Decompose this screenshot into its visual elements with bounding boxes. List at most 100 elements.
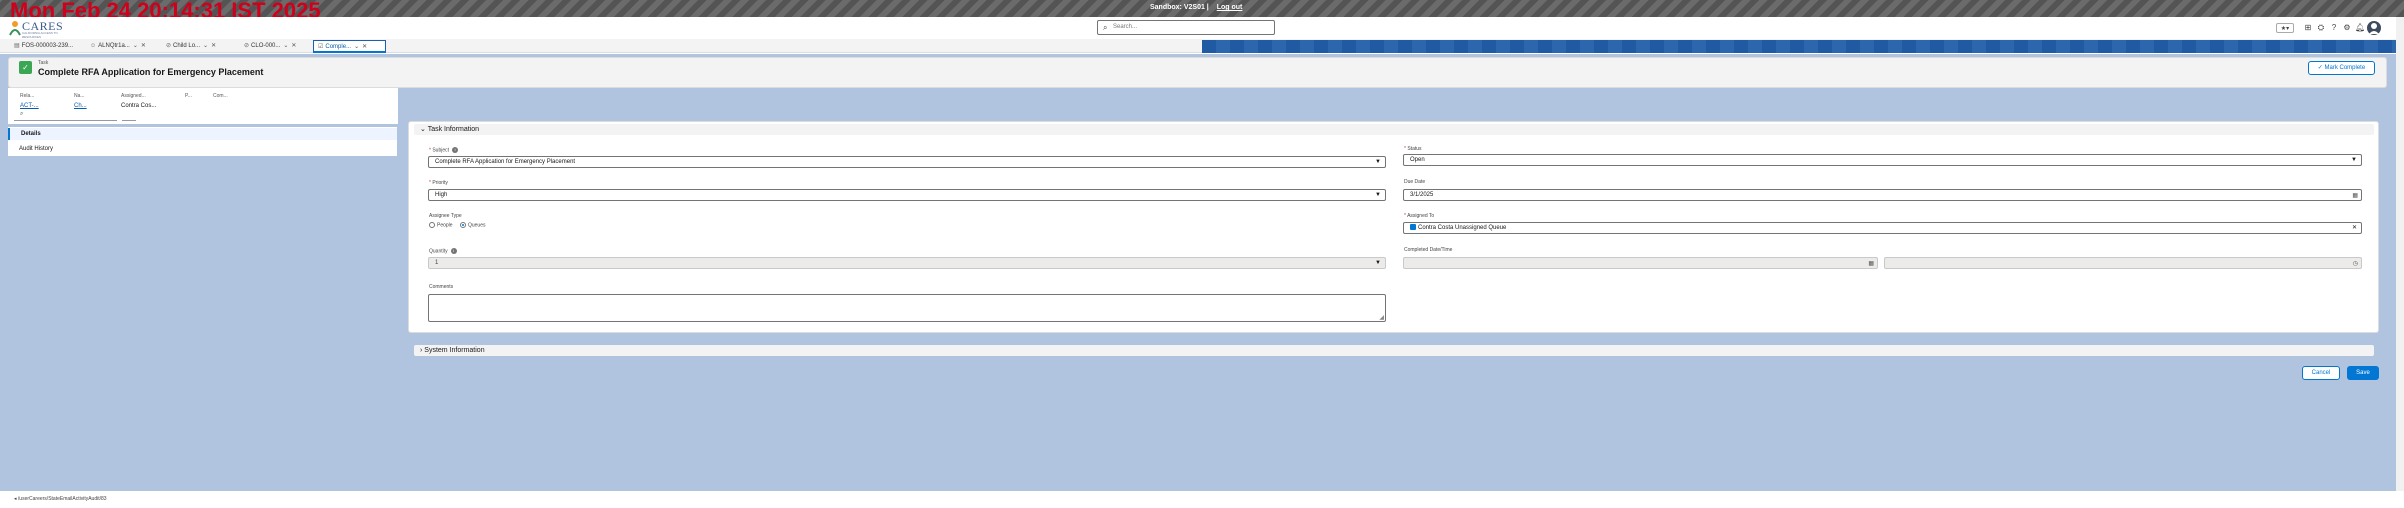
search-placeholder: Search... xyxy=(1113,24,1138,30)
highlight-value-related[interactable]: ACT-... xyxy=(20,103,39,109)
tab-chevron-icon[interactable]: ⌄ xyxy=(203,43,208,49)
clock-icon: ◷ xyxy=(2352,261,2358,267)
comments-textarea[interactable]: ◢ xyxy=(428,294,1386,322)
subject-value: Complete RFA Application for Emergency P… xyxy=(435,159,576,165)
logo-figure-icon xyxy=(9,21,21,36)
avatar-person-icon xyxy=(2369,23,2379,34)
quantity-select: 1 ▼ xyxy=(428,257,1386,269)
record-header xyxy=(8,57,2387,88)
person-icon: ☺ xyxy=(90,43,97,49)
record-type: Task xyxy=(38,60,49,66)
due-date-label: Due Date xyxy=(1404,179,1426,185)
tab-label: ALNQtr1a... xyxy=(98,43,130,49)
status-label: * Status xyxy=(1404,146,1422,152)
nav-item-audit-history[interactable]: Audit History xyxy=(8,143,397,155)
tab-close-icon[interactable]: ✕ xyxy=(211,43,216,49)
highlight-label-name: Na... xyxy=(74,93,85,99)
task-information-section-header[interactable]: ⌄ Task Information xyxy=(414,124,2374,135)
sandbox-name: Sandbox: V2S01 | xyxy=(1150,4,1209,11)
global-actions-icon[interactable]: ⊞ xyxy=(2303,23,2313,33)
help-guidance-icon[interactable]: ⛭ xyxy=(2316,23,2326,33)
tab-close-icon[interactable]: ✕ xyxy=(362,44,367,50)
resize-handle-icon[interactable]: ◢ xyxy=(1379,314,1384,321)
save-button[interactable]: Save xyxy=(2347,366,2379,380)
assigned-to-value: Contra Costa Unassigned Queue xyxy=(1418,225,1507,231)
chevron-down-icon: ▼ xyxy=(1375,192,1381,198)
tab-label: Comple... xyxy=(325,44,352,50)
completed-datetime-label: Completed Date/Time xyxy=(1404,247,1453,253)
highlight-divider-2 xyxy=(122,120,136,121)
info-icon: i xyxy=(450,248,457,254)
highlight-divider xyxy=(14,120,117,121)
radio-people[interactable] xyxy=(429,222,435,228)
section-title: System Information xyxy=(424,347,485,354)
chevron-down-icon: ⌄ xyxy=(420,126,428,133)
logo-subtitle: CALIFORNIA ACCESS TO RESOURCES xyxy=(22,31,58,39)
assignee-type-label: Assignee Type xyxy=(429,213,462,219)
chevron-down-icon: ▼ xyxy=(1375,159,1381,165)
section-title: Task Information xyxy=(427,126,480,133)
assigned-to-label: * Assigned To xyxy=(1404,213,1435,219)
workspace-tab-2[interactable]: ☺ ALNQtr1a... ⌄ ✕ xyxy=(86,40,152,53)
quantity-label: Quantity i xyxy=(429,248,457,254)
assignee-type-radio-group: People Queues xyxy=(429,222,485,228)
comments-label: Comments xyxy=(429,284,454,290)
tab-close-icon[interactable]: ✕ xyxy=(141,43,146,49)
record-title: Complete RFA Application for Emergency P… xyxy=(38,67,264,77)
highlight-label-assigned: Assigned... xyxy=(121,93,146,99)
search-icon: ⌕ xyxy=(1103,23,1108,32)
search-small-icon[interactable]: ⌕ xyxy=(20,111,23,118)
priority-select[interactable]: High ▼ xyxy=(428,189,1386,201)
logout-link[interactable]: Log out xyxy=(1217,4,1243,11)
status-url-text: /userCareers/StateEmailActivityAudit/83 xyxy=(17,496,107,502)
chevron-down-icon: ▼ xyxy=(1375,260,1381,266)
priority-label: * Priority xyxy=(429,180,448,186)
due-date-value: 3/1/2025 xyxy=(1410,192,1434,198)
task-record-icon: ✓ xyxy=(19,61,32,74)
highlights-panel xyxy=(8,88,398,124)
radio-queues-label: Queues xyxy=(467,222,486,229)
mark-complete-button[interactable]: ✓ Mark Complete xyxy=(2308,61,2375,75)
tab-chevron-icon[interactable]: ⌄ xyxy=(354,44,359,50)
vertical-scrollbar[interactable] xyxy=(2396,17,2404,491)
completed-date-input: ▦ xyxy=(1403,257,1878,269)
completed-time-input: ◷ xyxy=(1884,257,2362,269)
user-avatar[interactable] xyxy=(2367,21,2381,35)
tab-label: CLO-000... xyxy=(251,43,281,49)
workspace-tab-4[interactable]: ⊘ CLO-000... ⌄ ✕ xyxy=(240,40,308,53)
assigned-to-lookup[interactable]: Contra Costa Unassigned Queue ✕ xyxy=(1403,222,2362,234)
workspace-tab-3[interactable]: ⊘ Child Lo... ⌄ ✕ xyxy=(162,40,232,53)
workspace-tab-5-active[interactable]: ☑ Comple... ⌄ ✕ xyxy=(313,40,386,53)
favorites-icon[interactable]: ★▾ xyxy=(2276,23,2294,33)
mark-complete-label: Mark Complete xyxy=(2324,65,2366,71)
workspace-tab-1[interactable]: ▤ FOS-000003-239... xyxy=(10,40,76,53)
nav-item-details[interactable]: Details xyxy=(8,128,397,140)
highlight-label-priority: P... xyxy=(185,93,192,99)
highlight-label-related: Rela... xyxy=(20,93,35,99)
sandbox-label: Sandbox: V2S01 | Log out xyxy=(1150,4,1242,11)
status-url: ◂ /userCareers/StateEmailActivityAudit/8… xyxy=(14,496,107,502)
global-search-input[interactable]: ⌕ Search... xyxy=(1097,20,1275,35)
subject-combobox[interactable]: Complete RFA Application for Emergency P… xyxy=(428,156,1386,168)
tab-close-icon[interactable]: ✕ xyxy=(291,43,296,49)
info-icon: i xyxy=(452,147,459,153)
cancel-button[interactable]: Cancel xyxy=(2302,366,2340,380)
tab-chevron-icon[interactable]: ⌄ xyxy=(133,43,138,49)
radio-people-label: People xyxy=(437,222,453,229)
highlight-value-assigned: Contra Cos... xyxy=(121,103,157,109)
priority-value: High xyxy=(435,192,448,198)
chevron-down-icon: ▼ xyxy=(2351,157,2357,163)
task-icon: ☑ xyxy=(318,44,324,50)
app-logo[interactable]: CARES CALIFORNIA ACCESS TO RESOURCES xyxy=(8,19,68,39)
tab-chevron-icon[interactable]: ⌄ xyxy=(283,43,288,49)
radio-queues[interactable] xyxy=(459,222,466,228)
system-information-section-header[interactable]: › System Information xyxy=(414,345,2374,356)
highlight-value-name[interactable]: Ch... xyxy=(74,103,87,109)
status-select[interactable]: Open ▼ xyxy=(1403,154,2362,166)
calendar-icon[interactable]: ▦ xyxy=(2352,191,2358,200)
clear-icon[interactable]: ✕ xyxy=(2352,223,2357,233)
help-icon[interactable]: ? xyxy=(2329,23,2339,33)
due-date-input[interactable]: 3/1/2025 ▦ xyxy=(1403,189,2362,201)
setup-icon[interactable]: ⚙ xyxy=(2342,23,2352,33)
notifications-icon[interactable]: 🔔︎ xyxy=(2355,23,2365,33)
